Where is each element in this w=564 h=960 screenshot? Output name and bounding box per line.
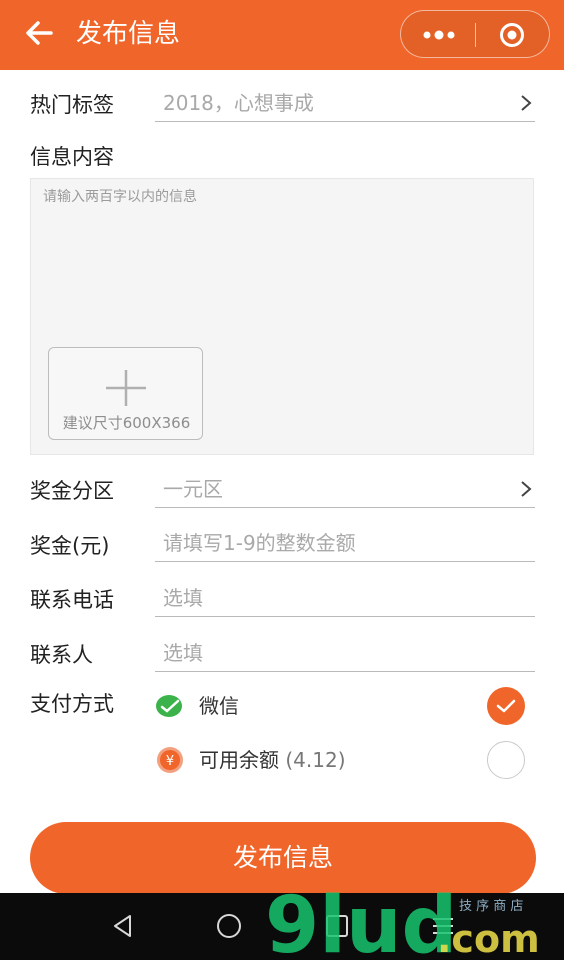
wechat-pay-label: 微信	[199, 694, 239, 718]
content-label: 信息内容	[30, 145, 114, 169]
payment-label: 支付方式	[30, 692, 114, 716]
capsule-divider	[475, 23, 476, 47]
payment-option-label: 微信	[199, 691, 239, 721]
content-placeholder: 请输入两百字以内的信息	[43, 189, 197, 205]
phone-input[interactable]: 选填	[155, 583, 535, 617]
payment-option-label: 可用余额 (4.12)	[199, 745, 346, 775]
check-icon	[496, 699, 516, 713]
chevron-right-icon	[521, 95, 532, 111]
nav-back-icon[interactable]	[108, 911, 138, 941]
radio-unchecked[interactable]	[487, 741, 525, 779]
svg-text:.com: .com	[437, 917, 540, 960]
contact-input[interactable]: 选填	[155, 638, 535, 672]
radio-checked[interactable]	[487, 687, 525, 725]
balance-label: 可用余额	[199, 748, 279, 772]
prize-amount-label: 奖金(元)	[30, 534, 110, 558]
content-textarea[interactable]: 请输入两百字以内的信息 建议尺寸600X366	[30, 178, 534, 455]
chevron-right-icon	[521, 481, 532, 497]
close-target-icon[interactable]	[499, 22, 525, 48]
nav-home-icon[interactable]	[214, 911, 244, 941]
svg-text:¥: ¥	[166, 754, 174, 769]
contact-placeholder: 选填	[163, 641, 203, 665]
plus-icon	[106, 370, 146, 406]
back-arrow-icon[interactable]	[24, 18, 54, 48]
miniprogram-capsule	[400, 10, 550, 58]
contact-label: 联系人	[30, 643, 93, 667]
watermark-logo: 9lud .com 技 序 商 店	[265, 881, 540, 960]
hot-tags-value: 2018，心想事成	[163, 91, 314, 115]
balance-amount: (4.12)	[285, 748, 346, 772]
payment-option-wechat[interactable]: 微信	[155, 685, 535, 731]
svg-text:9lud: 9lud	[265, 881, 457, 960]
prize-amount-placeholder: 请填写1-9的整数金额	[163, 531, 356, 555]
phone-label: 联系电话	[30, 588, 114, 612]
more-dots-icon[interactable]	[419, 25, 459, 45]
wechat-pay-icon	[156, 695, 182, 717]
balance-yuan-icon: ¥	[157, 747, 183, 773]
hot-tags-select[interactable]: 2018，心想事成	[155, 88, 535, 122]
prize-zone-value: 一元区	[163, 477, 223, 501]
prize-zone-label: 奖金分区	[30, 479, 114, 503]
payment-option-balance[interactable]: ¥ 可用余额 (4.12)	[155, 739, 535, 785]
phone-placeholder: 选填	[163, 586, 203, 610]
upload-size-hint: 建议尺寸600X366	[62, 414, 191, 432]
image-upload-button[interactable]: 建议尺寸600X366	[48, 347, 203, 440]
svg-text:技 序 商 店: 技 序 商 店	[459, 899, 523, 914]
top-bar: 发布信息	[0, 0, 564, 70]
hot-tags-label: 热门标签	[30, 93, 114, 117]
page-title: 发布信息	[76, 19, 181, 49]
prize-amount-input[interactable]: 请填写1-9的整数金额	[155, 528, 535, 562]
prize-zone-select[interactable]: 一元区	[155, 474, 535, 508]
